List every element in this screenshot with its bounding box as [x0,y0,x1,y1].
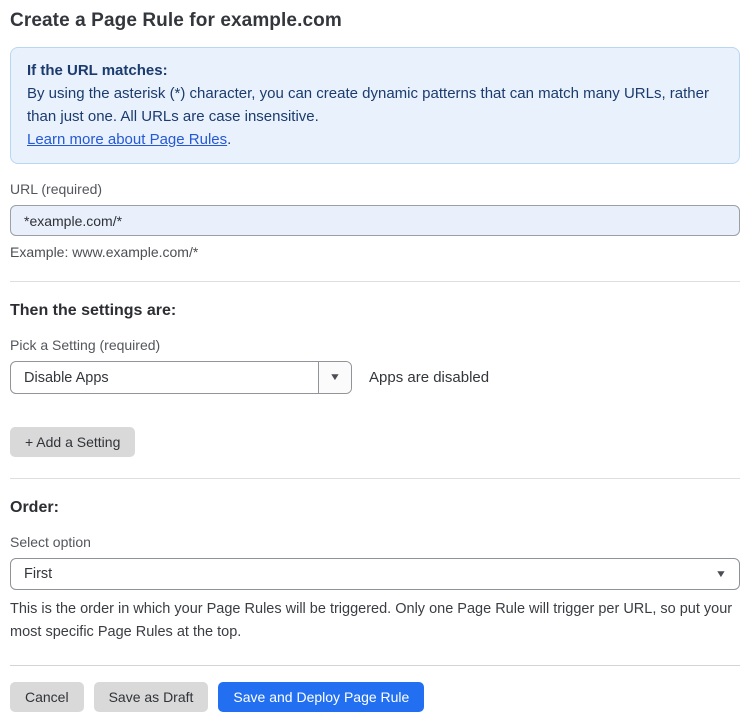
info-link-line: Learn more about Page Rules. [27,128,723,151]
setting-select-value: Disable Apps [24,369,109,386]
save-as-draft-button[interactable]: Save as Draft [93,682,209,712]
order-section-heading: Order: [10,499,59,516]
chevron-down-icon: ▼ [714,569,728,580]
create-page-rule-panel: Create a Page Rule for example.com If th… [0,0,750,724]
footer-actions: Cancel Save as Draft Save and Deploy Pag… [10,682,740,712]
setting-select[interactable]: Disable Apps ▼ [10,361,352,394]
footer-divider [10,665,740,666]
learn-more-link[interactable]: Learn more about Page Rules [27,131,227,148]
setting-status-text: Apps are disabled [369,369,490,386]
cancel-button[interactable]: Cancel [10,682,84,712]
settings-section-heading: Then the settings are: [10,302,177,319]
url-input[interactable] [10,205,740,236]
section-divider [10,478,740,479]
order-help-text: This is the order in which your Page Rul… [10,601,733,640]
info-link-suffix: . [227,131,232,148]
url-field-label: URL (required) [10,181,103,197]
save-and-deploy-button[interactable]: Save and Deploy Page Rule [218,682,425,712]
url-field-hint: Example: www.example.com/* [10,244,199,260]
add-setting-button[interactable]: + Add a Setting [10,427,136,457]
chevron-down-icon: ▼ [328,371,342,383]
order-select-label: Select option [10,534,91,550]
info-box-heading: If the URL matches: [27,62,168,79]
setting-select-arrow-button[interactable]: ▼ [318,362,351,393]
section-divider [10,281,740,282]
info-box-body: By using the asterisk (*) character, you… [27,85,709,125]
pick-setting-label: Pick a Setting (required) [10,337,161,353]
page-title: Create a Page Rule for example.com [10,10,342,31]
order-select[interactable]: First ▼ [10,558,740,590]
order-select-value: First [24,566,53,582]
url-match-info-box: If the URL matches: By using the asteris… [10,47,740,164]
setting-row: Disable Apps ▼ Apps are disabled [10,361,740,394]
